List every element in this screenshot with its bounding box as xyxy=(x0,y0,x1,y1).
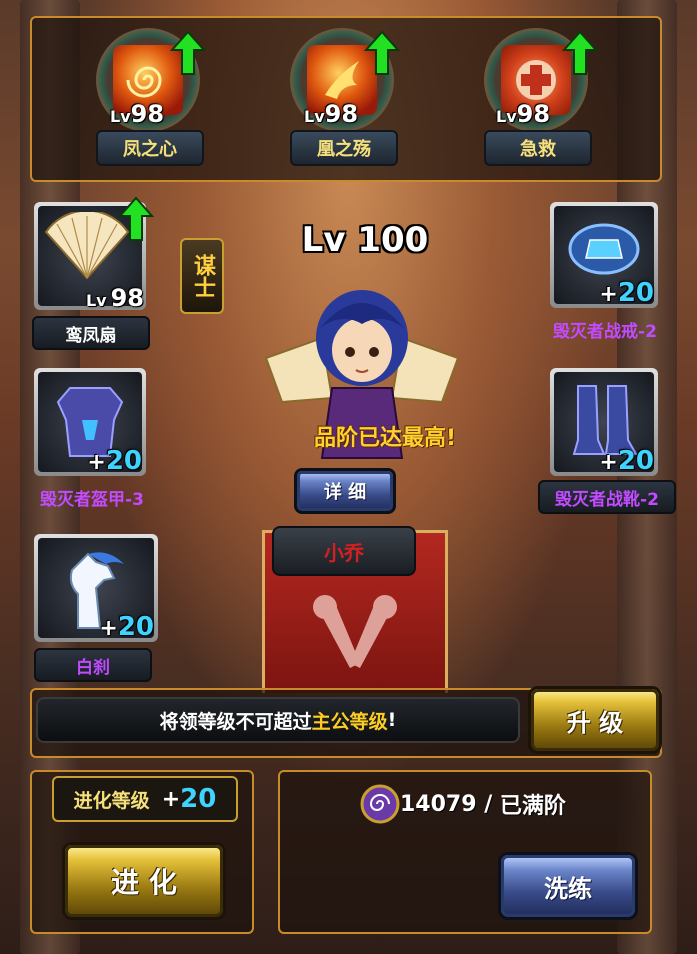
hero-name: 小乔 xyxy=(324,540,364,565)
notice-suffix: ! xyxy=(387,709,397,731)
upgrade-button[interactable]: 升 级 xyxy=(528,686,662,754)
evolve-level-box: 进化等级 + 20 xyxy=(52,776,238,822)
level-cap-notice: 将领等级不可超过 主公等级 ! xyxy=(36,697,520,743)
refine-value: 14079 xyxy=(400,791,477,817)
hero-name-plate: 小乔 xyxy=(272,526,416,576)
evolve-button[interactable]: 进 化 xyxy=(62,842,226,920)
enhance-level: +20 xyxy=(99,612,154,642)
enhance-level: +20 xyxy=(87,446,142,476)
weapon-level: Lv 98 xyxy=(85,284,144,312)
evolve-label: 进化等级 xyxy=(73,789,150,812)
mount-name: 白刹 xyxy=(34,648,152,682)
upgrade-arrow-icon xyxy=(170,30,206,75)
evolve-plus: + xyxy=(161,786,181,812)
class-badge: 谋士 xyxy=(180,238,224,314)
quality-message: 品阶已达最高! xyxy=(313,426,457,451)
skill-level: Lv98 xyxy=(496,100,551,128)
skill-name: 凰之殇 xyxy=(290,130,398,166)
upgrade-arrow-icon xyxy=(118,196,154,241)
armor-slot[interactable]: +20 xyxy=(34,368,146,476)
hero-level: Lv 100 xyxy=(301,220,429,260)
refine-status: 已满阶 xyxy=(499,794,566,819)
skill-name: 急救 xyxy=(484,130,592,166)
weapon-name: 鸾凤扇 xyxy=(32,316,150,350)
skill-level: Lv98 xyxy=(304,100,359,128)
upgrade-arrow-icon xyxy=(562,30,598,75)
refine-separator: / xyxy=(476,791,500,817)
skill-level: Lv98 xyxy=(110,100,165,128)
mount-slot[interactable]: +20 xyxy=(34,534,158,642)
refine-cost: 14079 / 已满阶 xyxy=(360,780,566,828)
enhance-level: +20 xyxy=(599,446,654,476)
boots-name: 毁灭者战靴-2 xyxy=(538,480,676,514)
ring-name: 毁灭者战戒-2 xyxy=(553,321,657,342)
notice-prefix: 将领等级不可超过 xyxy=(159,710,312,733)
evolve-value: 20 xyxy=(180,784,217,814)
enhance-level: +20 xyxy=(599,278,654,308)
skill-name: 凤之心 xyxy=(96,130,204,166)
upgrade-arrow-icon xyxy=(364,30,400,75)
notice-highlight: 主公等级 xyxy=(311,710,388,733)
refine-button[interactable]: 洗练 xyxy=(498,852,638,920)
detail-button[interactable]: 详 细 xyxy=(294,468,396,514)
armor-name: 毁灭者盔甲-3 xyxy=(40,489,144,510)
class-badge-label: 谋士 xyxy=(190,254,215,298)
boots-slot[interactable]: +20 xyxy=(550,368,658,476)
swirl-orb-icon xyxy=(360,784,400,824)
ring-slot[interactable]: +20 xyxy=(550,202,658,308)
